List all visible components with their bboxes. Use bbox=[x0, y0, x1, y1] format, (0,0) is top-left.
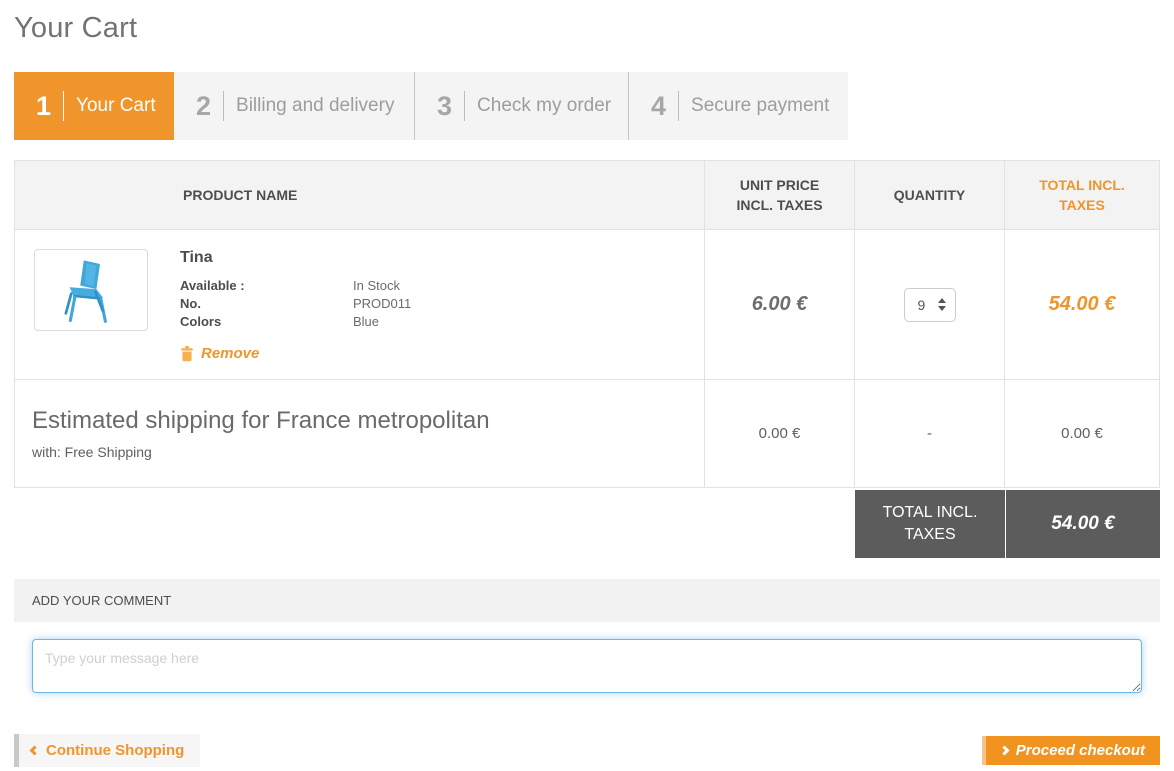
chair-image-icon bbox=[43, 255, 139, 325]
page-title: Your Cart bbox=[14, 12, 1160, 45]
attr-label-number: No. bbox=[180, 296, 353, 311]
shipping-cell: Estimated shipping for France metropolit… bbox=[15, 380, 704, 487]
header-product-name: PRODUCT NAME bbox=[15, 161, 704, 229]
step-label: Secure payment bbox=[691, 95, 829, 117]
shipping-unit-price-cell: 0.00 € bbox=[704, 380, 854, 487]
remove-item-link[interactable]: Remove bbox=[180, 345, 411, 362]
step-divider bbox=[464, 91, 465, 121]
continue-shopping-label: Continue Shopping bbox=[46, 742, 184, 759]
continue-shopping-button[interactable]: Continue Shopping bbox=[14, 734, 200, 767]
attr-label-colors: Colors bbox=[180, 314, 353, 329]
attr-value-number: PROD011 bbox=[353, 296, 411, 311]
shipping-carrier: with: Free Shipping bbox=[32, 444, 704, 460]
header-quantity: QUANTITY bbox=[854, 161, 1004, 229]
step-number: 2 bbox=[196, 91, 211, 122]
checkout-steps: 1 Your Cart 2 Billing and delivery 3 Che… bbox=[14, 72, 848, 140]
proceed-checkout-label: Proceed checkout bbox=[1016, 742, 1145, 759]
header-total: TOTAL INCL. TAXES bbox=[1004, 161, 1159, 229]
unit-price-cell: 6.00 € bbox=[704, 230, 854, 379]
table-row-product: Tina Available : In Stock No. PROD011 Co… bbox=[15, 230, 1159, 380]
step-label: Billing and delivery bbox=[236, 95, 394, 117]
product-cell: Tina Available : In Stock No. PROD011 Co… bbox=[15, 230, 704, 379]
cart-table: PRODUCT NAME UNIT PRICE INCL. TAXES QUAN… bbox=[14, 160, 1160, 488]
quantity-value: 9 bbox=[918, 297, 926, 313]
summary-label: TOTAL INCL. TAXES bbox=[855, 490, 1005, 558]
attr-value-colors: Blue bbox=[353, 314, 411, 329]
bottom-actions: Continue Shopping Proceed checkout bbox=[14, 734, 1160, 767]
order-total-summary: TOTAL INCL. TAXES 54.00 € bbox=[855, 490, 1160, 558]
step-number: 3 bbox=[437, 91, 452, 122]
step-divider bbox=[223, 91, 224, 121]
trash-icon bbox=[180, 346, 194, 362]
shipping-quantity: - bbox=[927, 425, 932, 442]
step-number: 1 bbox=[36, 91, 51, 122]
remove-label: Remove bbox=[201, 345, 259, 362]
comment-input[interactable] bbox=[32, 639, 1142, 693]
step-label: Your Cart bbox=[76, 95, 156, 117]
product-attributes: Available : In Stock No. PROD011 Colors … bbox=[180, 278, 411, 329]
header-unit-price: UNIT PRICE INCL. TAXES bbox=[704, 161, 854, 229]
step-your-cart[interactable]: 1 Your Cart bbox=[14, 72, 174, 140]
chevron-right-icon bbox=[999, 746, 1009, 756]
proceed-checkout-button[interactable]: Proceed checkout bbox=[982, 736, 1160, 765]
comment-heading: ADD YOUR COMMENT bbox=[14, 579, 1160, 622]
spinner-up-icon[interactable] bbox=[938, 298, 946, 303]
table-header-row: PRODUCT NAME UNIT PRICE INCL. TAXES QUAN… bbox=[15, 161, 1159, 230]
shipping-total: 0.00 € bbox=[1061, 425, 1103, 442]
spinner-down-icon[interactable] bbox=[938, 306, 946, 311]
product-name[interactable]: Tina bbox=[180, 249, 411, 267]
comment-section: ADD YOUR COMMENT bbox=[14, 579, 1160, 698]
quantity-stepper[interactable]: 9 bbox=[904, 288, 956, 322]
summary-value: 54.00 € bbox=[1005, 490, 1160, 558]
unit-price-value: 6.00 € bbox=[752, 293, 808, 316]
attr-value-available: In Stock bbox=[353, 278, 411, 293]
step-billing-delivery[interactable]: 2 Billing and delivery bbox=[174, 72, 414, 140]
step-check-order[interactable]: 3 Check my order bbox=[414, 72, 628, 140]
line-total-value: 54.00 € bbox=[1049, 293, 1116, 316]
table-row-shipping: Estimated shipping for France metropolit… bbox=[15, 380, 1159, 487]
shipping-title: Estimated shipping for France metropolit… bbox=[32, 407, 704, 435]
comment-body bbox=[14, 622, 1160, 698]
shipping-unit-price: 0.00 € bbox=[759, 425, 801, 442]
product-thumbnail[interactable] bbox=[34, 249, 148, 331]
quantity-cell: 9 bbox=[854, 230, 1004, 379]
step-secure-payment[interactable]: 4 Secure payment bbox=[628, 72, 848, 140]
shipping-quantity-cell: - bbox=[854, 380, 1004, 487]
chevron-left-icon bbox=[30, 746, 40, 756]
product-info: Tina Available : In Stock No. PROD011 Co… bbox=[180, 249, 411, 379]
attr-label-available: Available : bbox=[180, 278, 353, 293]
step-divider bbox=[63, 91, 64, 121]
line-total-cell: 54.00 € bbox=[1004, 230, 1159, 379]
step-label: Check my order bbox=[477, 95, 611, 117]
step-number: 4 bbox=[651, 91, 666, 122]
shipping-total-cell: 0.00 € bbox=[1004, 380, 1159, 487]
spinner-arrows-icon[interactable] bbox=[938, 298, 946, 311]
cart-page: Your Cart 1 Your Cart 2 Billing and deli… bbox=[0, 12, 1174, 767]
step-divider bbox=[678, 91, 679, 121]
